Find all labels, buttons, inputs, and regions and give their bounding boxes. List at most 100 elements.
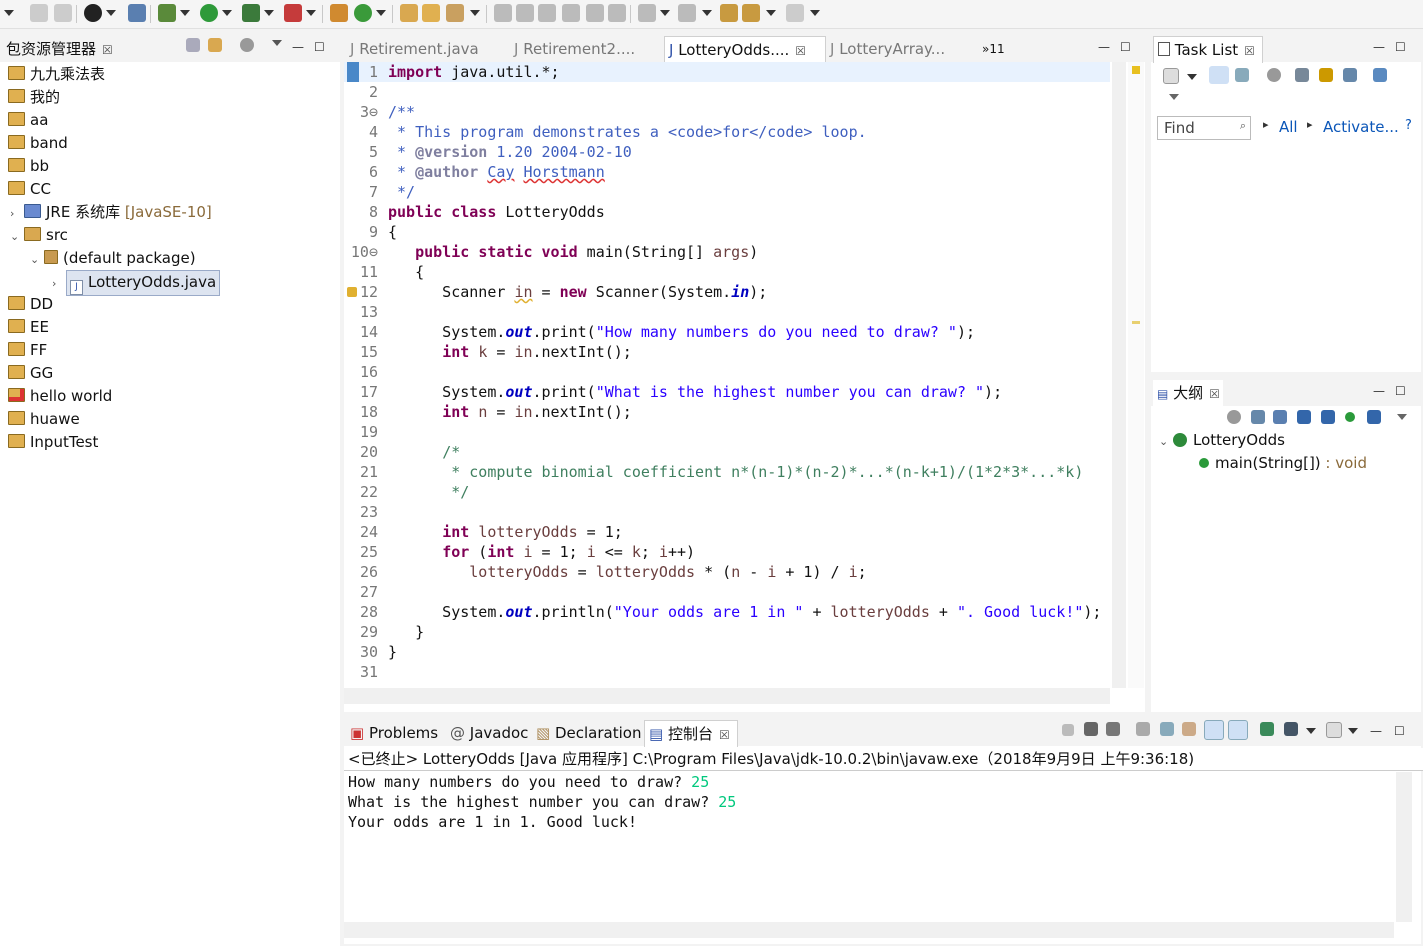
new-class-icon[interactable] (354, 4, 372, 22)
view-menu-icon[interactable] (1397, 414, 1407, 420)
focus-workweek-icon[interactable] (1267, 68, 1281, 82)
scroll-lock-icon[interactable] (1160, 722, 1174, 736)
clear-console-icon[interactable] (1136, 722, 1150, 736)
dropdown-caret-icon[interactable] (180, 10, 190, 16)
block-select-icon[interactable] (562, 4, 580, 22)
open-console-icon[interactable] (1326, 722, 1342, 738)
tree-item-project[interactable]: DD (8, 293, 53, 315)
vertical-scrollbar[interactable] (1112, 62, 1126, 688)
close-icon[interactable]: ☒ (1209, 387, 1220, 401)
hide-static-icon[interactable] (1321, 410, 1335, 424)
tree-item-project[interactable]: CC (8, 178, 51, 200)
close-icon[interactable]: ☒ (102, 43, 113, 57)
prev-annotation-icon[interactable] (678, 4, 696, 22)
scheduled-icon[interactable] (1235, 68, 1249, 82)
presentation-icon[interactable] (1373, 68, 1387, 82)
all-link[interactable]: All (1279, 118, 1298, 136)
collapse-all-icon[interactable] (186, 38, 200, 52)
chevron-down-icon[interactable]: ⌄ (1159, 431, 1173, 453)
remove-launch-icon[interactable] (1084, 722, 1098, 736)
tab-declaration[interactable]: ▧ Declaration (532, 720, 641, 746)
view-menu-icon[interactable] (272, 40, 282, 46)
search-icon[interactable]: ⌕ (1240, 119, 1246, 133)
dropdown-caret-icon[interactable] (222, 10, 232, 16)
help-icon[interactable]: ? (1405, 118, 1412, 133)
forward-icon[interactable] (786, 4, 804, 22)
tree-item-src[interactable]: ⌄ src (10, 224, 68, 246)
profile-icon[interactable] (84, 4, 102, 22)
tree-item-default-package[interactable]: ⌄ (default package) (30, 247, 196, 269)
tab-retirement2[interactable]: J Retirement2.... (510, 36, 635, 62)
dropdown-caret-icon[interactable] (1348, 728, 1358, 734)
tab-lotteryodds[interactable]: J LotteryOdds.... ☒ (664, 36, 826, 63)
new-java-project-icon[interactable] (330, 4, 348, 22)
minimize-icon[interactable]: — (1373, 40, 1385, 54)
categorized-icon[interactable] (1209, 66, 1229, 84)
maximize-icon[interactable]: ☐ (1120, 40, 1131, 54)
dropdown-caret-icon[interactable] (376, 10, 386, 16)
focus-icon[interactable] (240, 38, 254, 52)
hide-fields-icon[interactable] (1297, 410, 1311, 424)
link-with-editor-icon[interactable] (208, 38, 222, 52)
save-all-icon[interactable] (54, 4, 72, 22)
external-tools-icon[interactable] (284, 4, 302, 22)
dropdown-caret-icon[interactable] (1187, 74, 1197, 80)
tab-outline[interactable]: ▤ 大纲 ☒ (1153, 380, 1223, 406)
display-console-icon[interactable] (1284, 722, 1298, 736)
console-vertical-scrollbar[interactable] (1396, 772, 1412, 922)
hide-nonpublic-icon[interactable] (1345, 412, 1355, 422)
chevron-down-icon[interactable]: ⌄ (10, 226, 24, 248)
find-input[interactable]: Find ⌕ (1157, 116, 1251, 140)
new-task-icon[interactable] (1163, 68, 1179, 84)
tree-item-project[interactable]: bb (8, 155, 49, 177)
tree-item-project[interactable]: 我的 (8, 86, 60, 108)
coverage-icon[interactable] (242, 4, 260, 22)
tab-javadoc[interactable]: @ Javadoc (446, 720, 528, 746)
overview-ruler[interactable] (1128, 62, 1144, 688)
tab-task-list[interactable]: Task List ☒ (1153, 36, 1263, 63)
outline-method-item[interactable]: main(String[]) : void (1199, 452, 1367, 474)
chevron-right-icon[interactable]: › (52, 273, 66, 295)
chevron-right-icon[interactable]: › (10, 203, 24, 225)
synchronize-icon[interactable] (1319, 68, 1333, 82)
horizontal-scrollbar[interactable] (344, 688, 1110, 704)
minimize-icon[interactable]: — (1370, 724, 1382, 738)
pin-console-icon[interactable] (1260, 722, 1274, 736)
last-edit-icon[interactable] (720, 4, 738, 22)
tree-item-jre[interactable]: › JRE 系统库 [JavaSE-10] (10, 201, 212, 223)
tab-lotteryarray[interactable]: J LotteryArray... (826, 36, 945, 62)
tree-item-file[interactable]: › J LotteryOdds.java (52, 270, 221, 296)
remove-all-terminated-icon[interactable] (1106, 722, 1120, 736)
minimize-icon[interactable]: — (1098, 40, 1110, 54)
tree-item-project[interactable]: huawe (8, 408, 80, 430)
dropdown-caret-icon[interactable] (660, 10, 670, 16)
show-on-stdout-icon[interactable] (1204, 720, 1224, 740)
tab-package-explorer[interactable]: 包资源管理器 ☒ (2, 36, 113, 62)
outline-class-item[interactable]: ⌄ LotteryOdds (1159, 429, 1285, 451)
tree-item-project[interactable]: hello world (8, 385, 112, 407)
occurrence-marker-icon[interactable] (1132, 321, 1140, 324)
minimize-icon[interactable]: — (292, 40, 304, 54)
debug-icon[interactable] (158, 4, 176, 22)
back-icon[interactable] (742, 4, 760, 22)
next-annotation-icon[interactable] (638, 4, 656, 22)
tree-item-project[interactable]: GG (8, 362, 53, 384)
maximize-icon[interactable]: ☐ (1394, 724, 1405, 738)
sort-icon[interactable] (1273, 410, 1287, 424)
warning-marker-icon[interactable] (1132, 66, 1140, 74)
warning-lightbulb-icon[interactable] (347, 287, 357, 297)
toggle-mark-icon[interactable] (538, 4, 556, 22)
hide-completed-icon[interactable] (1295, 68, 1309, 82)
maximize-icon[interactable]: ☐ (314, 40, 325, 54)
word-wrap-icon[interactable] (1182, 722, 1196, 736)
show-whitespace-icon[interactable] (608, 4, 626, 22)
collapse-all-icon[interactable] (1251, 410, 1265, 424)
terminate-icon[interactable] (1062, 724, 1074, 736)
maximize-icon[interactable]: ☐ (1395, 40, 1406, 54)
tree-item-project[interactable]: aa (8, 109, 48, 131)
dropdown-caret-icon[interactable] (106, 10, 116, 16)
open-folder-icon[interactable] (422, 4, 440, 22)
tree-item-project[interactable]: FF (8, 339, 47, 361)
dropdown-caret-icon[interactable] (4, 10, 14, 16)
code-editor[interactable]: import java.util.*; /** * This program d… (388, 62, 1101, 682)
